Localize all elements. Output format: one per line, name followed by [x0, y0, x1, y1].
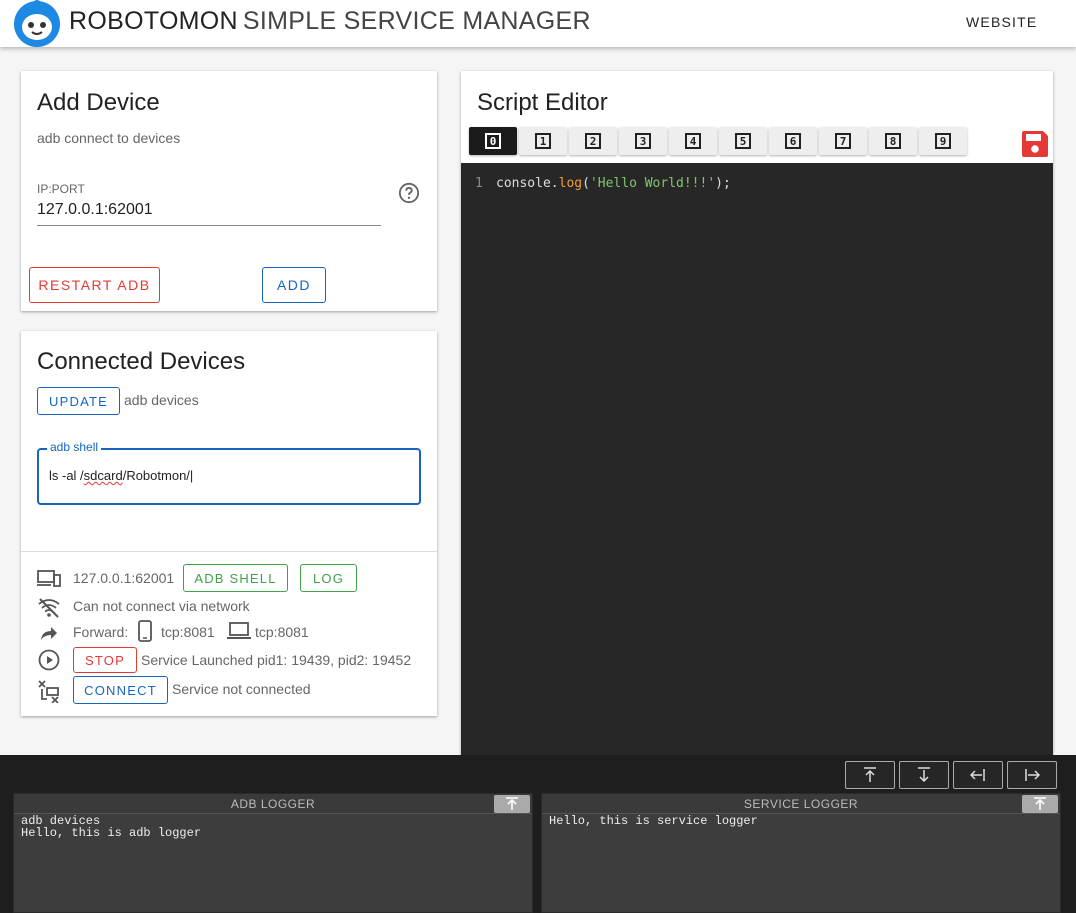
adb-logger-title: ADB LOGGER [14, 794, 532, 814]
ip-port-input[interactable]: 127.0.0.1:62001 [37, 201, 381, 219]
adb-shell-field[interactable]: adb shell ls -al /sdcard/Robotmon/| [37, 440, 421, 505]
brand-sub: SIMPLE SERVICE MANAGER [242, 7, 591, 35]
laptop-icon [227, 622, 251, 639]
code-line: console.log('Hello World!!!'); [496, 176, 731, 191]
upload-icon [1034, 797, 1046, 810]
robot-logo-icon [14, 0, 60, 47]
arrow-down-bar-icon [918, 767, 930, 783]
code-string: 'Hello World!!!' [589, 176, 716, 191]
adb-shell-input[interactable]: ls -al /sdcard/Robotmon/| [49, 468, 193, 483]
arrow-up-bar-icon [864, 767, 876, 782]
update-hint: adb devices [124, 392, 199, 408]
add-device-title: Add Device [37, 89, 160, 116]
network-status: Can not connect via network [73, 598, 250, 614]
script-editor-title: Script Editor [477, 89, 608, 116]
app-header: ROBOTOMON SIMPLE SERVICE MANAGER WEBSITE [0, 0, 1076, 47]
dock-right-button[interactable] [1007, 761, 1057, 789]
forward-icon [41, 627, 57, 640]
connection-off-icon [38, 680, 59, 703]
code-open-paren: ( [582, 176, 590, 191]
app-title: ROBOTOMON SIMPLE SERVICE MANAGER [69, 7, 591, 36]
line-number: 1 [475, 176, 483, 191]
logger-panel: ADB LOGGER adb devices Hello, this is adb… [0, 755, 1076, 913]
code-close: ); [715, 176, 731, 191]
add-device-card: Add Device adb connect to devices IP:POR… [21, 71, 437, 311]
upload-icon [506, 797, 518, 810]
connected-devices-title: Connected Devices [37, 348, 246, 375]
devices-icon [37, 570, 61, 587]
adb-shell-button[interactable]: ADB SHELL [183, 564, 288, 592]
script-tabs: 0 1 2 3 4 5 6 7 8 9 [469, 127, 969, 155]
device-divider [21, 551, 437, 552]
adb-logger: ADB LOGGER adb devices Hello, this is adb… [13, 793, 533, 913]
arrow-right-bar-icon [1025, 769, 1040, 781]
forward-label: Forward: [73, 624, 129, 640]
save-icon[interactable] [1020, 129, 1050, 159]
connect-button[interactable]: CONNECT [73, 676, 168, 704]
code-editor[interactable]: 1 console.log('Hello World!!!'); [461, 163, 1053, 755]
log-line: Hello, this is service logger [549, 814, 758, 828]
shell-value-misspelled: sdcard [83, 468, 123, 483]
script-tab-5[interactable]: 5 [719, 127, 767, 155]
code-function: log [558, 176, 583, 191]
text-cursor: | [189, 468, 194, 483]
help-icon[interactable] [398, 182, 420, 204]
play-circle-icon [38, 649, 60, 671]
script-tab-1[interactable]: 1 [519, 127, 567, 155]
connected-devices-card: Connected Devices UPDATE adb devices adb… [21, 331, 437, 716]
restart-adb-button[interactable]: RESTART ADB [29, 267, 160, 303]
update-button[interactable]: UPDATE [37, 387, 120, 415]
code-object: console. [496, 176, 559, 191]
script-tab-4[interactable]: 4 [669, 127, 717, 155]
adb-logger-output: adb devices Hello, this is adb logger [21, 815, 201, 839]
script-tab-9[interactable]: 9 [919, 127, 967, 155]
expand-up-button[interactable] [845, 761, 895, 789]
brand-main: ROBOTOMON [69, 7, 238, 35]
shell-value-prefix: ls -al / [49, 468, 84, 483]
dock-left-button[interactable] [953, 761, 1003, 789]
script-tab-3[interactable]: 3 [619, 127, 667, 155]
script-tab-8[interactable]: 8 [869, 127, 917, 155]
connection-status: Service not connected [172, 681, 311, 697]
forward-phone-port: tcp:8081 [161, 624, 215, 640]
service-logger-title: SERVICE LOGGER [542, 794, 1060, 814]
expand-down-button[interactable] [899, 761, 949, 789]
add-device-subtitle: adb connect to devices [37, 130, 181, 146]
script-tab-6[interactable]: 6 [769, 127, 817, 155]
ip-port-underline [37, 225, 381, 226]
arrow-left-bar-icon [970, 769, 985, 781]
phone-icon [138, 620, 152, 642]
shell-value-suffix: /Robotmon/ [122, 468, 190, 483]
log-line: Hello, this is adb logger [21, 826, 202, 840]
service-logger-output: Hello, this is service logger [549, 815, 758, 827]
wifi-off-icon [38, 598, 60, 618]
stop-button[interactable]: STOP [73, 647, 137, 673]
add-button[interactable]: ADD [262, 267, 326, 303]
service-logger-upload-button[interactable] [1022, 795, 1058, 813]
device-ip: 127.0.0.1:62001 [73, 570, 175, 586]
script-tab-2[interactable]: 2 [569, 127, 617, 155]
ip-port-label: IP:PORT [37, 182, 85, 196]
service-status: Service Launched pid1: 19439, pid2: 1945… [141, 652, 412, 668]
website-link[interactable]: WEBSITE [966, 14, 1037, 30]
forward-pc-port: tcp:8081 [255, 624, 309, 640]
script-tab-0[interactable]: 0 [469, 127, 517, 155]
service-logger: SERVICE LOGGER Hello, this is service lo… [541, 793, 1061, 913]
adb-shell-label: adb shell [47, 440, 102, 454]
adb-logger-upload-button[interactable] [494, 795, 530, 813]
log-button[interactable]: LOG [300, 564, 357, 592]
script-tab-7[interactable]: 7 [819, 127, 867, 155]
script-editor-card: Script Editor 0 1 2 3 4 5 6 7 8 9 1 cons… [461, 71, 1053, 755]
